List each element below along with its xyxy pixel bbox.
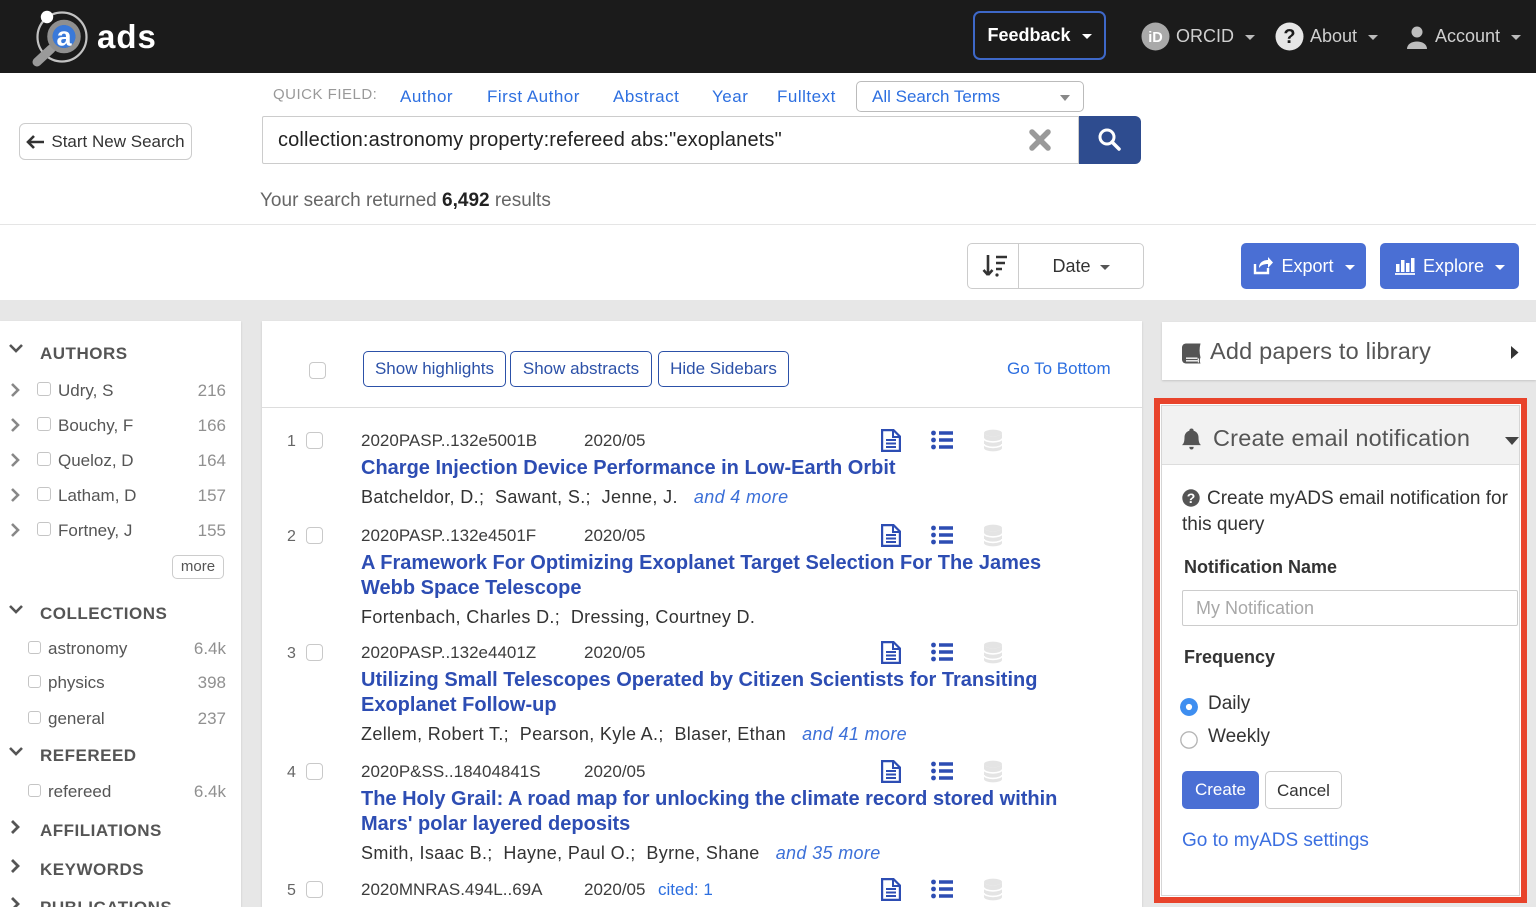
svg-text:a: a: [56, 22, 72, 52]
svg-text:?: ?: [1187, 490, 1196, 506]
svg-text:iD: iD: [1148, 30, 1163, 46]
svg-text:?: ?: [1283, 26, 1295, 48]
